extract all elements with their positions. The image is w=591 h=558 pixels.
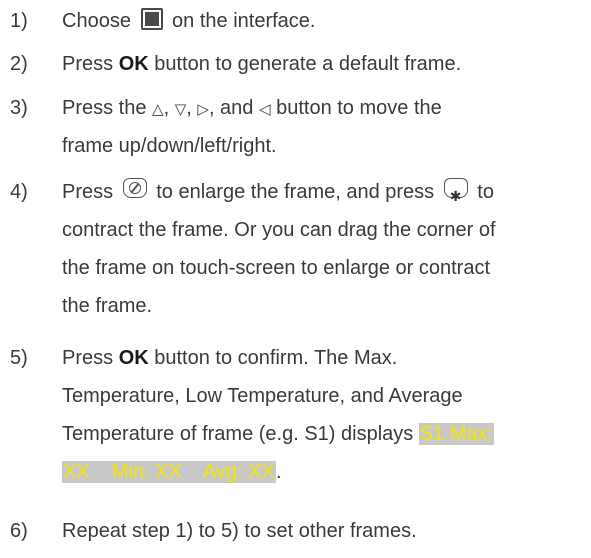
step-text: Press the: [62, 97, 153, 119]
step-number: 1): [10, 10, 28, 32]
frame-tool-icon: [140, 7, 163, 30]
step-text: to enlarge the frame, and press: [150, 181, 440, 203]
separator: ,: [186, 97, 198, 119]
step-text: Choose: [62, 10, 137, 32]
step-line: contract the frame. Or you can drag the …: [62, 219, 496, 241]
step-line: frame up/down/left/right.: [62, 135, 277, 157]
separator: , and: [208, 97, 259, 119]
instruction-list: 1) Choose on the interface. 2) Press OK …: [0, 0, 591, 558]
enlarge-key-icon: [122, 177, 147, 198]
step-line: Press to enlarge the frame, and press to: [62, 173, 582, 215]
up-arrow-icon: △: [152, 101, 164, 118]
left-arrow-icon: ◁: [258, 101, 271, 118]
separator: ,: [163, 97, 175, 119]
step-text: to: [471, 181, 494, 203]
step-text: Press: [62, 347, 119, 369]
step-line: Repeat step 1) to 5) to set other frames…: [62, 520, 417, 542]
step-number: 5): [10, 347, 28, 369]
step-text: Temperature of frame (e.g. S1) displays: [62, 423, 419, 445]
step-number: 4): [10, 181, 28, 203]
step-line: Press the △, ▽, ▷, and ◁ button to move …: [62, 89, 582, 127]
step-number: 3): [10, 97, 28, 119]
step-text: button to confirm. The Max.: [148, 347, 398, 369]
step-line: Temperature of frame (e.g. S1) displays …: [62, 415, 582, 453]
step-text: on the interface.: [166, 10, 316, 32]
down-arrow-icon: ▽: [174, 101, 187, 118]
step-text: button to generate a default frame.: [148, 53, 462, 75]
temperature-readout-highlight: S1 Max:: [418, 423, 495, 445]
ok-button-label: OK: [118, 347, 149, 369]
step-line: the frame on touch-screen to enlarge or …: [62, 257, 491, 279]
step-text: Press: [62, 53, 119, 75]
step-line: Temperature, Low Temperature, and Averag…: [62, 385, 463, 407]
step-line: Press OK button to confirm. The Max.: [62, 339, 582, 377]
step-line: the frame.: [62, 295, 153, 317]
right-arrow-icon: ▷: [197, 101, 209, 118]
step-number: 2): [10, 53, 28, 75]
step-text: .: [275, 461, 282, 483]
step-line: XX Min: XX Avg: XX.: [62, 453, 582, 491]
step-line: Choose on the interface.: [62, 2, 582, 40]
step-line: Press OK button to generate a default fr…: [62, 45, 582, 83]
step-text: button to move the: [270, 97, 442, 119]
ok-button-label: OK: [118, 53, 149, 75]
step-text: Press: [62, 181, 119, 203]
step-number: 6): [10, 520, 28, 542]
contract-key-icon: [443, 177, 468, 215]
temperature-readout-highlight: XX Min: XX Avg: XX: [62, 461, 276, 483]
